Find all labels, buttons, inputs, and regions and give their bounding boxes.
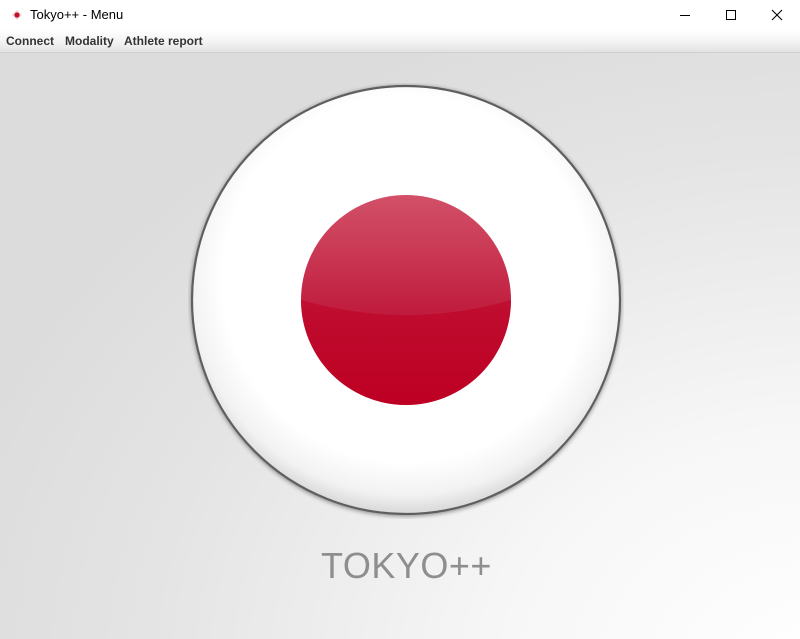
minimize-button[interactable]: [662, 0, 708, 30]
menu-modality[interactable]: Modality: [65, 34, 114, 48]
window-title: Tokyo++ - Menu: [30, 7, 124, 22]
japan-flag-logo-icon: [190, 84, 622, 516]
close-button[interactable]: [754, 0, 800, 30]
title-bar[interactable]: Tokyo++ - Menu: [0, 0, 800, 30]
minimize-icon: [680, 15, 690, 16]
app-icon: [12, 10, 22, 20]
main-panel: TOKYO++: [0, 53, 800, 639]
menu-athlete-report[interactable]: Athlete report: [124, 34, 203, 48]
brand-title: TOKYO++: [321, 545, 492, 586]
close-icon: [771, 9, 783, 21]
menu-bar: Connect Modality Athlete report: [0, 30, 800, 53]
maximize-button[interactable]: [708, 0, 754, 30]
menu-connect[interactable]: Connect: [6, 34, 54, 48]
app-window: Tokyo++ - Menu Connect Modality Athlete …: [0, 0, 800, 639]
maximize-icon: [726, 10, 736, 20]
